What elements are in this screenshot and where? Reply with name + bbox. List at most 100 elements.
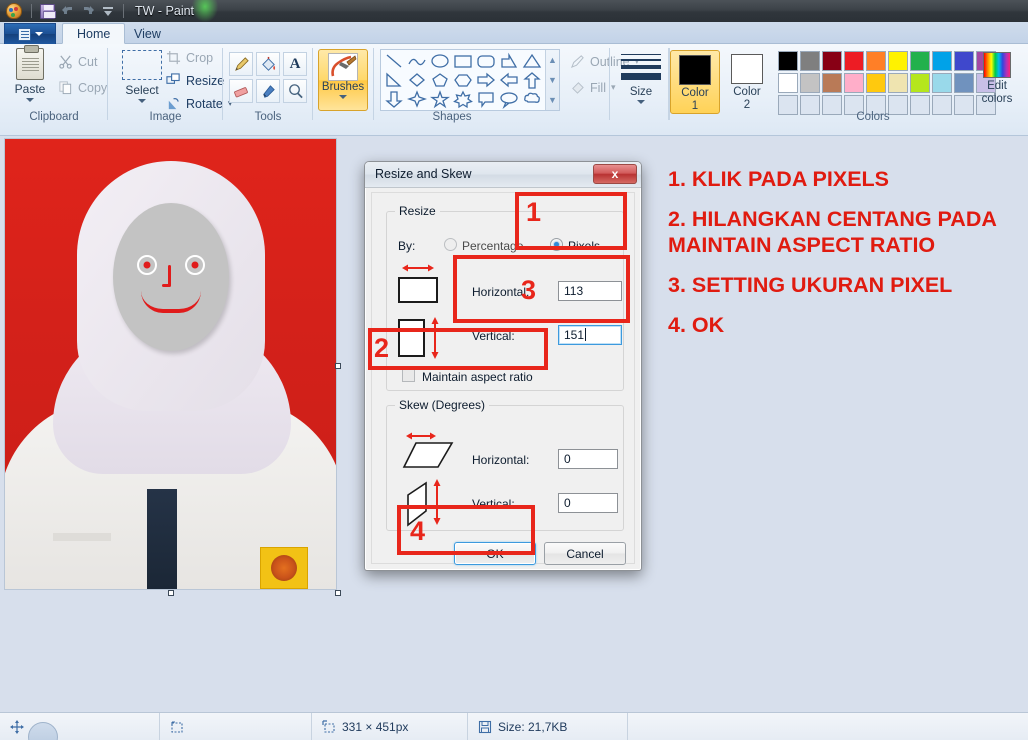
color-2-button[interactable]: Color 2 xyxy=(722,50,772,112)
magnifier-icon[interactable] xyxy=(283,79,307,103)
shape-hexagon-icon[interactable] xyxy=(452,71,475,90)
dialog-title-bar[interactable]: Resize and Skew x xyxy=(365,162,641,188)
copy-button[interactable]: Copy xyxy=(58,80,107,95)
shapes-scrollbar[interactable]: ▲ ▼ ▼ xyxy=(545,50,559,110)
shape-rounded-rectangle-icon[interactable] xyxy=(474,52,497,71)
color-2-swatch xyxy=(731,54,763,84)
shape-right-arrow-icon[interactable] xyxy=(474,71,497,90)
shape-polygon-icon[interactable] xyxy=(497,52,520,71)
shape-up-arrow-icon[interactable] xyxy=(520,71,543,90)
crop-button[interactable]: Crop xyxy=(166,50,213,65)
skew-vertical-input[interactable]: 0 xyxy=(558,493,618,513)
shape-six-point-star-icon[interactable] xyxy=(452,90,475,109)
scroll-down-icon[interactable]: ▼ xyxy=(548,75,557,85)
shape-line-icon[interactable] xyxy=(383,52,406,71)
shapes-gallery[interactable]: ▲ ▼ ▼ xyxy=(380,49,560,111)
size-button[interactable]: Size xyxy=(618,50,664,104)
palette-swatch-0-1[interactable] xyxy=(800,51,820,71)
resize-handle-bottom-right[interactable] xyxy=(335,590,341,596)
palette-swatch-1-2[interactable] xyxy=(822,73,842,93)
status-image-size: 331 × 451px xyxy=(312,712,468,740)
shape-oval-icon[interactable] xyxy=(429,52,452,71)
maintain-aspect-ratio-checkbox[interactable] xyxy=(402,369,415,382)
customize-caret-icon[interactable] xyxy=(100,3,116,19)
resize-button[interactable]: Resize xyxy=(166,73,224,88)
rotate-label: Rotate xyxy=(186,96,223,111)
resize-label: Resize xyxy=(186,73,225,88)
color-picker-icon[interactable] xyxy=(256,79,280,103)
tab-strip: Home View xyxy=(0,22,1028,44)
close-icon[interactable]: x xyxy=(593,164,637,184)
expand-gallery-icon[interactable]: ▼ xyxy=(548,95,557,105)
tab-home[interactable]: Home xyxy=(62,23,126,44)
palette-swatch-1-6[interactable] xyxy=(910,73,930,93)
image-size-icon xyxy=(322,719,335,733)
resize-icon xyxy=(166,73,180,84)
text-a-icon[interactable]: A xyxy=(283,52,307,76)
pencil-icon[interactable] xyxy=(229,52,253,76)
note-item-3: 3. SETTING UKURAN PIXEL xyxy=(668,273,953,297)
status-bar: 331 × 451px Size: 21,7KB xyxy=(0,712,1028,740)
shape-pentagon-icon[interactable] xyxy=(429,71,452,90)
color-2-index: 2 xyxy=(743,99,751,111)
palette-swatch-1-3[interactable] xyxy=(844,73,864,93)
edit-colors-label-1: Edit xyxy=(987,80,1007,92)
skew-horizontal-input[interactable]: 0 xyxy=(558,449,618,469)
shape-triangle-icon[interactable] xyxy=(520,52,543,71)
palette-swatch-0-7[interactable] xyxy=(932,51,952,71)
fill-bucket-icon[interactable] xyxy=(256,52,280,76)
palette-swatch-1-4[interactable] xyxy=(866,73,886,93)
tab-view[interactable]: View xyxy=(120,23,175,44)
palette-swatch-0-2[interactable] xyxy=(822,51,842,71)
resize-handle-middle-right[interactable] xyxy=(335,363,341,369)
color-1-button[interactable]: Color 1 xyxy=(670,50,720,114)
shape-cloud-callout-icon[interactable] xyxy=(520,90,543,109)
radio-percentage[interactable] xyxy=(444,238,457,251)
paste-button[interactable]: Paste xyxy=(8,45,52,102)
chevron-down-icon xyxy=(339,95,347,99)
resize-vertical-input[interactable]: 151 xyxy=(558,325,622,345)
cut-button[interactable]: Cut xyxy=(58,54,97,69)
shape-down-arrow-icon[interactable] xyxy=(383,90,406,109)
image-canvas[interactable] xyxy=(4,138,337,590)
shape-right-triangle-icon[interactable] xyxy=(383,71,406,90)
shape-rounded-callout-icon[interactable] xyxy=(474,90,497,109)
palette-swatch-0-5[interactable] xyxy=(888,51,908,71)
instruction-notes: 1. KLIK PADA PIXELS 2. HILANGKAN CENTANG… xyxy=(668,166,1018,352)
cancel-button[interactable]: Cancel xyxy=(544,542,626,565)
shape-left-arrow-icon[interactable] xyxy=(497,71,520,90)
redo-icon[interactable] xyxy=(80,3,96,19)
shape-curve-icon[interactable] xyxy=(406,52,429,71)
shape-five-point-star-icon[interactable] xyxy=(429,90,452,109)
ribbon: Paste Cut Copy Clipboard Select Crop Res… xyxy=(0,44,1028,136)
scroll-up-icon[interactable]: ▲ xyxy=(548,55,557,65)
palette-swatch-0-3[interactable] xyxy=(844,51,864,71)
palette-swatch-0-0[interactable] xyxy=(778,51,798,71)
shape-rectangle-icon[interactable] xyxy=(452,52,475,71)
shape-four-point-star-icon[interactable] xyxy=(406,90,429,109)
palette-swatch-1-5[interactable] xyxy=(888,73,908,93)
brushes-button[interactable]: Brushes xyxy=(318,49,368,111)
crop-icon xyxy=(166,50,181,65)
palette-swatch-0-4[interactable] xyxy=(866,51,886,71)
application-menu-button[interactable] xyxy=(4,23,56,44)
undo-icon[interactable] xyxy=(60,3,76,19)
shape-diamond-icon[interactable] xyxy=(406,71,429,90)
cut-label: Cut xyxy=(78,54,98,69)
select-label: Select xyxy=(125,83,159,97)
palette-swatch-1-0[interactable] xyxy=(778,73,798,93)
edit-colors-button[interactable]: Edit colors xyxy=(970,50,1024,106)
resize-handle-bottom-center[interactable] xyxy=(168,590,174,596)
select-button[interactable]: Select xyxy=(116,50,168,103)
color-palette[interactable] xyxy=(778,51,996,115)
note-item-4: 4. OK xyxy=(668,313,725,337)
palette-swatch-1-7[interactable] xyxy=(932,73,952,93)
annotation-number-3: 3 xyxy=(521,275,537,305)
save-icon[interactable] xyxy=(40,3,56,19)
eraser-icon[interactable] xyxy=(229,79,253,103)
paint-palette-icon[interactable] xyxy=(6,3,22,19)
palette-swatch-0-6[interactable] xyxy=(910,51,930,71)
outline-icon xyxy=(570,55,584,69)
palette-swatch-1-1[interactable] xyxy=(800,73,820,93)
shape-oval-callout-icon[interactable] xyxy=(497,90,520,109)
